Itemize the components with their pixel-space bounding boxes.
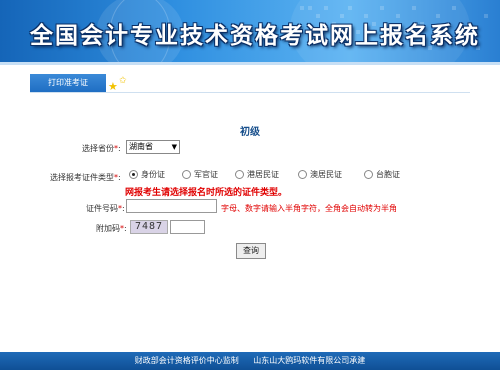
radio-button[interactable] — [235, 170, 244, 179]
province-selected-value: 湖南省 — [129, 142, 153, 151]
tab-divider — [30, 92, 470, 93]
header-banner: 全国会计专业技术资格考试网上报名系统 — [0, 0, 500, 62]
id-type-label: 选择报考证件类型*: — [50, 173, 121, 182]
id-type-option-macau[interactable]: 澳居民证 — [298, 169, 342, 180]
star-icon: ★ — [108, 80, 118, 93]
id-number-label: 证件号码*: — [86, 204, 125, 213]
dropdown-arrow-icon: ▼ — [171, 143, 177, 151]
query-button[interactable]: 查询 — [236, 243, 266, 259]
id-type-option-officer[interactable]: 军官证 — [182, 169, 218, 180]
captcha-input[interactable] — [170, 220, 205, 234]
star-icon-small: ✩ — [119, 76, 127, 86]
radio-button[interactable] — [364, 170, 373, 179]
province-select[interactable]: 湖南省 ▼ — [126, 140, 180, 154]
system-title: 全国会计专业技术资格考试网上报名系统 — [30, 22, 480, 49]
footer: 财政部会计资格评价中心监制 山东山大鸥玛软件有限公司承建 — [0, 352, 500, 370]
id-number-input[interactable] — [126, 199, 217, 213]
footer-developer: 山东山大鸥玛软件有限公司承建 — [253, 356, 366, 365]
exam-level-heading: 初级 — [240, 127, 260, 138]
id-type-warning: 网报考生请选择报名时所选的证件类型。 — [125, 188, 288, 198]
id-type-option-id-card[interactable]: 身份证 — [129, 169, 165, 180]
captcha-image[interactable]: 7487 — [130, 220, 168, 234]
captcha-label: 附加码*: — [96, 224, 127, 233]
radio-button[interactable] — [182, 170, 191, 179]
id-type-option-taiwan[interactable]: 台胞证 — [364, 169, 400, 180]
province-label: 选择省份*: — [82, 144, 121, 153]
radio-button-checked[interactable] — [129, 170, 138, 179]
radio-button[interactable] — [298, 170, 307, 179]
id-number-hint: 字母、数字请输入半角字符，全角会自动转为半角 — [221, 204, 397, 213]
banner-divider — [0, 62, 500, 65]
footer-supervisor: 财政部会计资格评价中心监制 — [134, 356, 239, 365]
tab-print-admission-ticket[interactable]: 打印准考证 — [30, 74, 106, 92]
id-type-option-hk[interactable]: 港居民证 — [235, 169, 279, 180]
